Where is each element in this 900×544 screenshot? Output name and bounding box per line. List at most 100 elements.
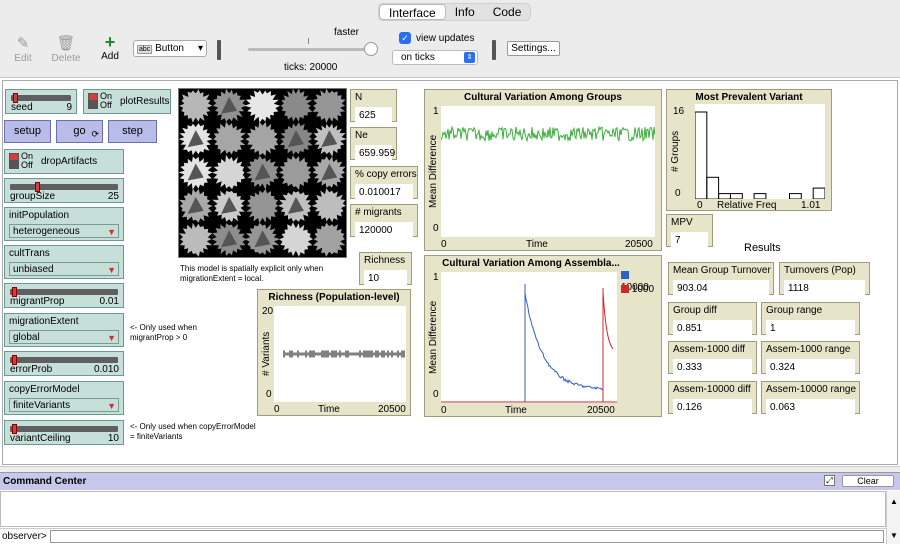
plot-xmax: 20500 xyxy=(625,239,653,250)
legend-item: 1000 xyxy=(621,284,659,296)
setup-button[interactable]: setup xyxy=(4,120,51,143)
plot-lines xyxy=(441,284,617,403)
monitor-label: Richness xyxy=(364,255,406,266)
slider-value: 0.01 xyxy=(99,296,119,307)
chooser-value[interactable]: heterogeneous ▼ xyxy=(9,224,119,238)
migrationextent-chooser[interactable]: migrationExtent global ▼ xyxy=(4,313,124,347)
agent-shape xyxy=(311,188,346,223)
expand-icon[interactable]: ⤢ xyxy=(824,475,835,486)
n-monitor: N 625 xyxy=(350,89,397,124)
monitor-value: 7 xyxy=(671,232,708,249)
select-arrows-icon: ⇕ xyxy=(464,52,475,63)
histogram-bar xyxy=(730,193,743,200)
tab-code[interactable]: Code xyxy=(484,4,531,20)
copyerrormodel-chooser[interactable]: copyErrorModel finiteVariants ▼ xyxy=(4,381,124,415)
view-updates-checkbox[interactable]: ✓ xyxy=(399,32,411,44)
slider-label: seed xyxy=(11,102,33,113)
settings-button[interactable]: Settings... xyxy=(507,41,560,56)
speed-tick xyxy=(308,38,309,44)
speed-slider[interactable] xyxy=(248,48,374,51)
migrantprop-slider[interactable]: migrantProp 0.01 xyxy=(4,283,124,308)
tab-interface[interactable]: Interface xyxy=(379,4,446,20)
plot-ymax: 1 xyxy=(433,272,439,283)
agent-shape xyxy=(179,222,213,257)
slider-value: 10 xyxy=(107,433,119,444)
chooser-value[interactable]: unbiased ▼ xyxy=(9,262,119,276)
slider-track xyxy=(10,184,118,190)
agent-grid xyxy=(178,88,347,257)
red-series xyxy=(602,288,614,402)
observer-prompt[interactable]: observer> xyxy=(0,531,47,542)
plot-ymin: 0 xyxy=(433,389,439,400)
assem10000-range-monitor: Assem-10000 range 0.063 xyxy=(761,381,860,416)
monitor-value: 659.959 xyxy=(355,145,395,162)
add-button[interactable]: + Add xyxy=(97,33,123,62)
variantceiling-slider[interactable]: variantCeiling 10 xyxy=(4,420,124,445)
speed-slider-knob[interactable] xyxy=(364,42,378,56)
step-button[interactable]: step xyxy=(108,120,157,143)
migration-note: <- Only used when migrantProp > 0 xyxy=(130,323,197,342)
initpopulation-chooser[interactable]: initPopulation heterogeneous ▼ xyxy=(4,207,124,241)
switch-off-label: Off xyxy=(100,100,112,110)
plot-canvas xyxy=(441,272,617,403)
chooser-value[interactable]: global ▼ xyxy=(9,330,119,344)
assem10000-diff-monitor: Assem-10000 diff 0.126 xyxy=(668,381,757,416)
plotresults-switch[interactable]: On Off plotResults xyxy=(83,89,171,114)
groups-line xyxy=(440,125,656,143)
culttrans-chooser[interactable]: cultTrans unbiased ▼ xyxy=(4,245,124,279)
delete-button[interactable]: 🗑 Delete xyxy=(50,35,82,64)
plot-xlabel: Relative Freq xyxy=(717,200,777,211)
monitor-value: 1118 xyxy=(784,280,865,297)
prevalent-variant-plot: Most Prevalent Variant # Groups 16 0 0 R… xyxy=(666,89,832,211)
chooser-label: initPopulation xyxy=(9,210,70,221)
plot-lines xyxy=(283,350,405,358)
dropdown-triangle-icon: ▼ xyxy=(107,333,116,343)
command-input[interactable] xyxy=(50,530,884,543)
monitor-label: Ne xyxy=(355,130,368,141)
errorprob-slider[interactable]: errorProb 0.010 xyxy=(4,351,124,376)
plot-xlabel: Time xyxy=(526,239,548,250)
update-mode-select[interactable]: on ticks ⇕ xyxy=(392,50,478,65)
monitor-label: Assem-1000 diff xyxy=(673,344,746,355)
plot-lines xyxy=(440,125,656,143)
speed-label: faster xyxy=(334,27,360,38)
monitor-label: % copy errors xyxy=(355,169,417,180)
tab-info[interactable]: Info xyxy=(446,4,484,20)
dropartifacts-switch[interactable]: On Off dropArtifacts xyxy=(4,149,124,174)
seed-slider[interactable]: seed 9 xyxy=(5,89,77,114)
plot-ymax: 20 xyxy=(262,306,274,317)
scroll-up-icon[interactable]: ▲ xyxy=(890,497,898,506)
widget-type-select[interactable]: abc Button ▾ xyxy=(133,40,207,57)
groupsize-slider[interactable]: groupSize 25 xyxy=(4,178,124,203)
dropdown-triangle-icon: ▼ xyxy=(107,227,116,237)
switch-knob xyxy=(88,93,98,109)
plot-canvas xyxy=(274,306,406,402)
copy-errors-monitor: % copy errors 0.010017 xyxy=(350,166,418,201)
legend-swatch-blue xyxy=(621,271,629,279)
world-view[interactable] xyxy=(178,88,347,258)
plot-title: Cultural Variation Among Groups xyxy=(464,92,622,103)
migrants-monitor: # migrants 120000 xyxy=(350,204,418,239)
plot-xmin: 0 xyxy=(274,404,280,415)
plot-ymin: 0 xyxy=(266,389,272,400)
chooser-value[interactable]: finiteVariants ▼ xyxy=(9,398,119,412)
scroll-down-icon[interactable]: ▼ xyxy=(890,531,898,540)
edit-button[interactable]: ✎ Edit xyxy=(10,35,36,64)
chooser-label: copyErrorModel xyxy=(9,384,80,395)
turnovers-pop-monitor: Turnovers (Pop) 1118 xyxy=(779,262,870,297)
clear-button[interactable]: Clear xyxy=(842,475,894,487)
plot-title: Cultural Variation Among Assembla... xyxy=(442,258,620,269)
go-button[interactable]: go ⟳ xyxy=(56,120,103,143)
slider-track xyxy=(11,95,71,101)
command-input-row: observer> xyxy=(0,528,886,544)
assemblages-plot: Cultural Variation Among Assembla... Mea… xyxy=(424,255,662,417)
button-widget-icon: abc xyxy=(137,45,153,54)
slider-value: 9 xyxy=(66,102,72,113)
command-scrollbar[interactable]: ▲ ▼ xyxy=(886,491,900,544)
go-label: go xyxy=(73,125,86,137)
plus-icon: + xyxy=(104,32,116,52)
agent-shape xyxy=(244,90,281,123)
switch-knob xyxy=(9,153,19,169)
plot-xmin: 0 xyxy=(441,239,447,250)
plot-xmax: 20500 xyxy=(378,404,406,415)
